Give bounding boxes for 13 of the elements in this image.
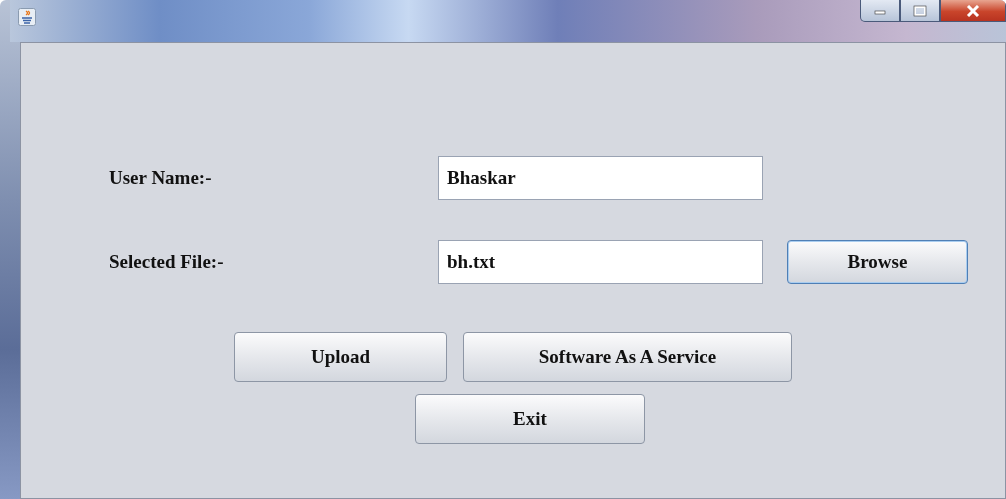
action-button[interactable]: Software As A Service	[463, 332, 792, 382]
field-label: Selected File:-	[109, 251, 225, 273]
input-field[interactable]: Bhaskar	[438, 156, 763, 200]
input-field[interactable]: bh.txt	[438, 240, 763, 284]
exit-button[interactable]: Exit	[415, 394, 645, 444]
minimize-button[interactable]	[860, 0, 900, 22]
action-button[interactable]: Upload	[234, 332, 447, 382]
close-button[interactable]	[940, 0, 1006, 22]
field-label: User Name:-	[109, 167, 213, 189]
close-icon	[965, 4, 981, 17]
maximize-button[interactable]	[900, 0, 940, 22]
maximize-icon	[913, 4, 927, 17]
browse-button[interactable]: Browse	[787, 240, 968, 284]
